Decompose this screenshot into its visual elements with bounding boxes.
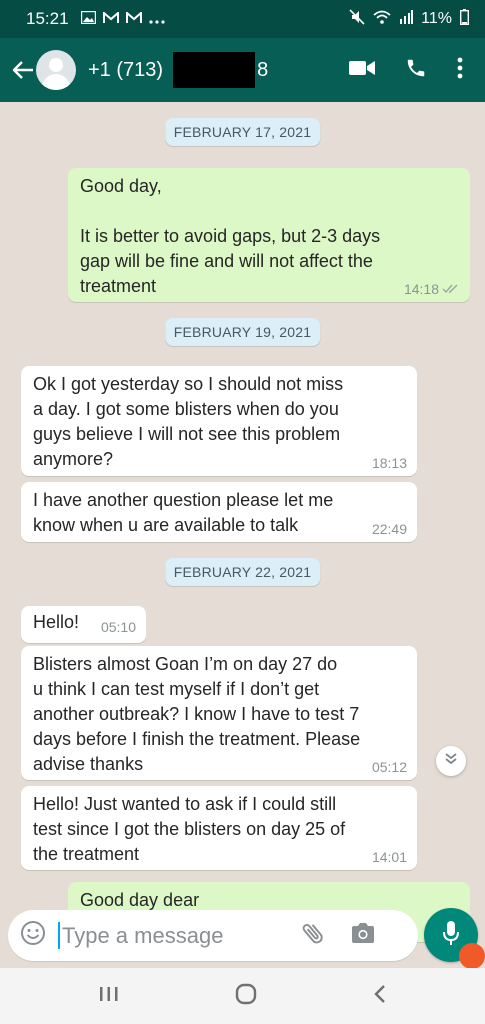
status-bar: 15:21 11%	[0, 0, 485, 38]
signal-icon	[399, 9, 414, 29]
scroll-to-bottom-button[interactable]	[436, 746, 466, 776]
battery-icon	[459, 8, 469, 30]
back-nav-icon[interactable]	[373, 984, 387, 1009]
video-call-icon[interactable]	[349, 60, 375, 81]
message-text: Hello! Just wanted to ask if I could sti…	[33, 794, 346, 864]
double-chevron-down-icon	[444, 752, 458, 771]
message-time: 05:10	[100, 619, 136, 635]
chat-header: +1 (713) 8	[0, 38, 485, 102]
message-time: 14:18	[403, 281, 439, 297]
text-cursor	[58, 922, 60, 949]
date-chip: FEBRUARY 19, 2021	[164, 318, 321, 346]
contact-number-prefix: +1 (713)	[88, 58, 164, 81]
overlay-notification-icon[interactable]	[459, 943, 485, 969]
message-bubble-incoming[interactable]: Hello! 05:10	[21, 606, 146, 643]
microphone-icon	[442, 920, 460, 951]
wifi-icon	[373, 10, 391, 29]
image-icon	[80, 10, 96, 27]
mute-icon	[349, 8, 365, 30]
message-bubble-incoming[interactable]: Ok I got yesterday so I should not miss …	[21, 366, 417, 476]
message-time: 18:13	[371, 455, 407, 471]
message-text: I have another question please let me kn…	[33, 490, 334, 535]
menu-dots-icon[interactable]	[457, 57, 463, 84]
message-bubble-incoming[interactable]: Blisters almost Goan I’m on day 27 do u …	[21, 646, 417, 780]
emoji-icon[interactable]	[20, 920, 46, 951]
status-time: 15:21	[26, 9, 69, 28]
back-arrow-icon[interactable]	[0, 56, 34, 84]
contact-name[interactable]: +1 (713) 8	[88, 52, 268, 88]
contact-number-suffix: 8	[257, 58, 269, 81]
recent-apps-icon[interactable]	[98, 985, 120, 1008]
gmail-icon	[102, 10, 119, 27]
date-chip: FEBRUARY 17, 2021	[164, 118, 321, 146]
message-time: 22:49	[371, 521, 407, 537]
message-text: Ok I got yesterday so I should not miss …	[33, 374, 344, 469]
chat-area[interactable]: FEBRUARY 17, 2021 Good day, It is better…	[0, 102, 485, 968]
message-bubble-incoming[interactable]: Hello! Just wanted to ask if I could sti…	[21, 786, 417, 870]
message-bubble-incoming[interactable]: I have another question please let me kn…	[21, 482, 417, 542]
voice-call-icon[interactable]	[405, 57, 427, 84]
avatar[interactable]	[36, 50, 76, 90]
read-receipt-icon	[442, 281, 460, 297]
message-bubble-outgoing[interactable]: Good day, It is better to avoid gaps, bu…	[68, 168, 470, 302]
gmail-icon	[125, 10, 142, 27]
paperclip-icon[interactable]	[300, 920, 326, 951]
message-composer	[8, 910, 418, 961]
home-icon[interactable]	[235, 983, 257, 1010]
message-time: 14:01	[371, 849, 407, 865]
message-time: 05:12	[371, 759, 407, 775]
camera-icon[interactable]	[350, 922, 376, 949]
message-text: Good day, It is better to avoid gaps, bu…	[80, 176, 381, 296]
battery-percent: 11%	[421, 10, 452, 27]
date-chip: FEBRUARY 22, 2021	[164, 558, 321, 586]
message-text: Blisters almost Goan I’m on day 27 do u …	[33, 654, 361, 774]
more-dots-icon	[148, 11, 165, 27]
redaction-block	[173, 52, 256, 88]
system-navigation-bar	[0, 968, 485, 1024]
message-input[interactable]	[62, 922, 282, 949]
